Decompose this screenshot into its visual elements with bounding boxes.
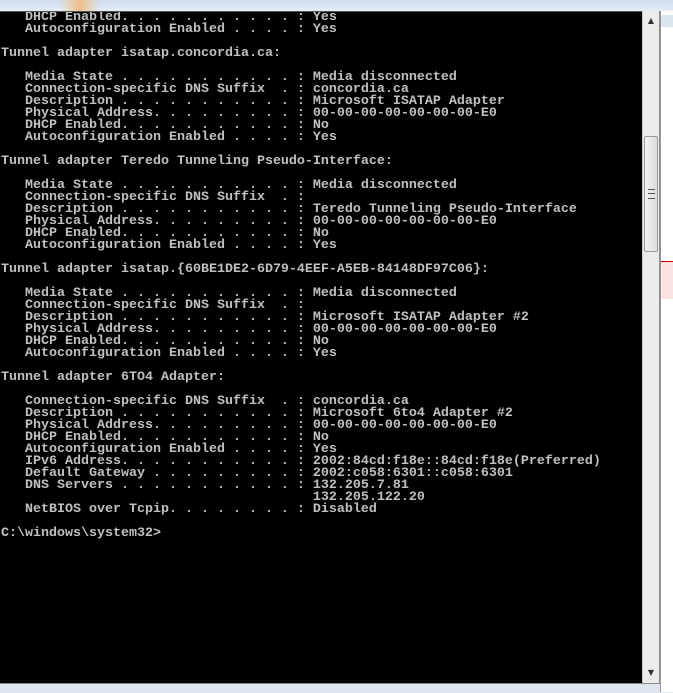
grip-icon [648, 189, 655, 199]
console-line: Autoconfiguration Enabled . . . . : Yes [1, 346, 337, 361]
vertical-scrollbar[interactable]: ▲ ▼ [642, 11, 660, 683]
background-window-highlight [661, 261, 673, 299]
command-prompt-console[interactable]: DHCP Enabled. . . . . . . . . . . : Yes … [0, 11, 642, 684]
console-line: Autoconfiguration Enabled . . . . : Yes [1, 22, 337, 37]
window-title-bar [0, 0, 673, 11]
console-output: DHCP Enabled. . . . . . . . . . . : Yes … [1, 12, 601, 540]
console-line: Autoconfiguration Enabled . . . . : Yes [1, 130, 337, 145]
console-line: C:\windows\system32> [1, 526, 161, 541]
scroll-down-arrow-icon[interactable]: ▼ [643, 665, 659, 681]
scroll-up-arrow-icon[interactable]: ▲ [643, 13, 659, 29]
console-line: NetBIOS over Tcpip. . . . . . . . : Disa… [1, 502, 377, 517]
console-line: Autoconfiguration Enabled . . . . : Yes [1, 238, 337, 253]
console-line: Tunnel adapter isatap.concordia.ca: [1, 46, 281, 61]
scrollbar-thumb[interactable] [644, 136, 658, 252]
title-bar-highlight [60, 0, 100, 11]
console-line: Tunnel adapter 6TO4 Adapter: [1, 370, 225, 385]
console-line: Tunnel adapter isatap.{60BE1DE2-6D79-4EE… [1, 262, 489, 277]
background-window-edge [660, 11, 673, 692]
background-window-toolbar [661, 15, 673, 27]
console-line: Tunnel adapter Teredo Tunneling Pseudo-I… [1, 154, 393, 169]
